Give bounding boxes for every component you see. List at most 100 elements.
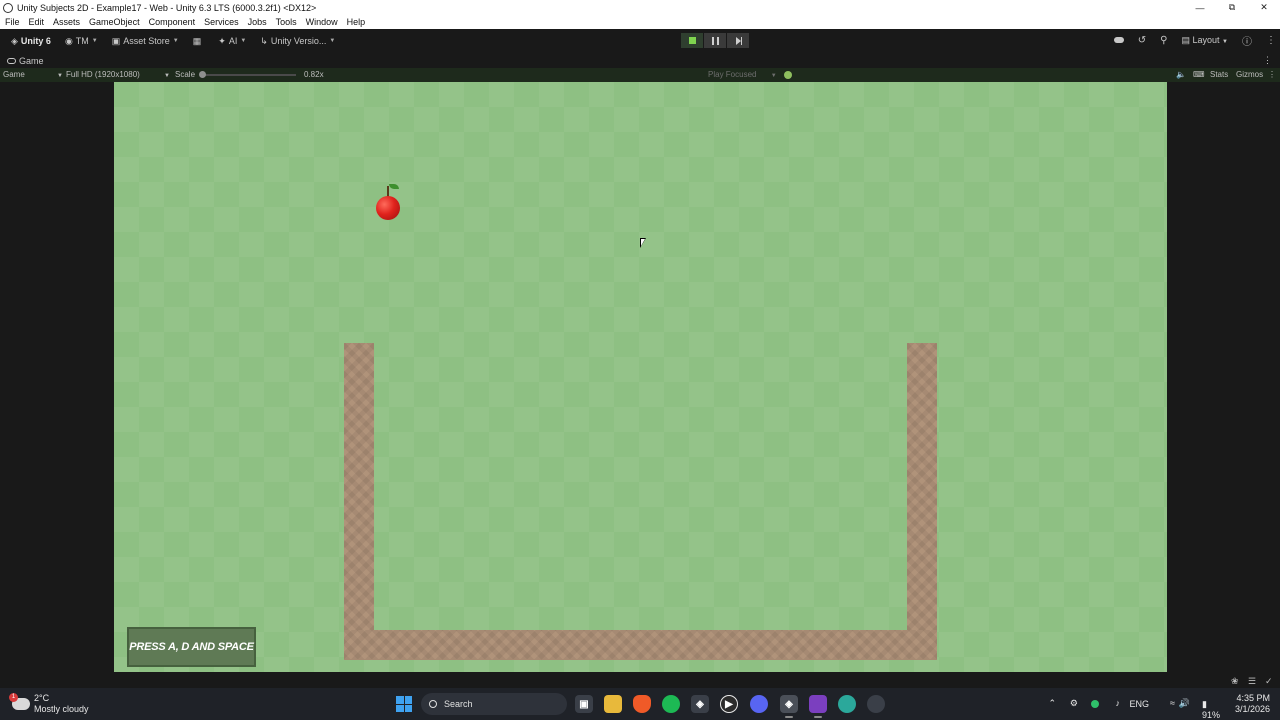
tab-game[interactable]: Game bbox=[7, 56, 44, 66]
game-view-bar: Game ▼ Full HD (1920x1080) ▼ Scale 0.82x… bbox=[0, 68, 1280, 82]
account-dropdown[interactable]: ◉ TM ▼ bbox=[62, 33, 101, 49]
mute-audio-icon[interactable]: 🔈 bbox=[1176, 70, 1186, 79]
chevron-down-icon: ▼ bbox=[329, 38, 336, 44]
unity-account-button[interactable]: ◈ Unity 6 bbox=[8, 33, 54, 49]
play-mode-dropdown[interactable]: Play Focused ▼ bbox=[708, 70, 777, 79]
chrome-browser-icon[interactable] bbox=[867, 695, 885, 713]
stop-icon bbox=[688, 37, 696, 44]
apple-sprite bbox=[375, 182, 401, 222]
view-type-dropdown[interactable]: Game ▼ bbox=[3, 70, 63, 79]
menu-bar: File Edit Assets GameObject Component Se… bbox=[0, 15, 1280, 29]
weather-cloud-icon: 1 bbox=[9, 693, 30, 710]
layers-icon[interactable]: ☰ bbox=[1248, 676, 1256, 687]
unity-app-icon bbox=[3, 2, 13, 13]
file-explorer-icon[interactable] bbox=[604, 695, 622, 713]
menu-services[interactable]: Services bbox=[204, 17, 239, 27]
progress-icon[interactable]: ❀ bbox=[1231, 676, 1239, 687]
minimize-button[interactable]: — bbox=[1184, 0, 1216, 15]
unity-editor-icon[interactable]: ◈ bbox=[780, 695, 798, 718]
language-indicator[interactable]: ENG bbox=[1129, 699, 1149, 709]
media-player-icon[interactable]: ▶ bbox=[720, 695, 738, 713]
menu-jobs[interactable]: Jobs bbox=[248, 17, 267, 27]
play-mode-label: Play Focused bbox=[708, 70, 757, 79]
history-icon[interactable]: ↺ bbox=[1138, 35, 1146, 46]
keyboard-icon[interactable]: ⌨ bbox=[1193, 70, 1205, 79]
menu-window[interactable]: Window bbox=[306, 17, 338, 27]
unity-hub-icon[interactable]: ◈ bbox=[691, 695, 709, 713]
discord-icon[interactable] bbox=[750, 695, 768, 713]
task-view-icon[interactable]: ▣ bbox=[575, 695, 593, 713]
clock[interactable]: 4:35 PM 3/1/2026 bbox=[1235, 693, 1270, 715]
volume-icon[interactable]: 🔊 bbox=[1179, 698, 1190, 709]
start-button[interactable] bbox=[396, 696, 412, 712]
cloud-button[interactable] bbox=[1113, 35, 1124, 46]
ai-dropdown[interactable]: ✦ AI ▼ bbox=[215, 33, 249, 49]
menu-tools[interactable]: Tools bbox=[276, 17, 297, 27]
play-controls bbox=[681, 33, 750, 48]
brave-browser-icon[interactable] bbox=[633, 695, 651, 713]
wifi-icon[interactable]: ≈ bbox=[1170, 698, 1175, 708]
microphone-icon[interactable]: ♪ bbox=[1116, 698, 1121, 708]
show-hidden-icons[interactable]: ⌃ bbox=[1048, 698, 1056, 709]
gizmos-caret-icon[interactable]: ⋮ bbox=[1268, 70, 1276, 79]
chevron-down-icon: ▼ bbox=[1222, 39, 1228, 45]
taskbar-search[interactable]: Search bbox=[421, 693, 567, 715]
play-button[interactable] bbox=[681, 33, 703, 48]
ai-label: AI bbox=[228, 36, 238, 46]
mouse-cursor-icon bbox=[640, 238, 646, 248]
game-canvas[interactable]: PRESS A, D AND SPACE bbox=[114, 82, 1167, 672]
menu-help[interactable]: Help bbox=[347, 17, 366, 27]
menu-edit[interactable]: Edit bbox=[29, 17, 45, 27]
spotify-icon[interactable] bbox=[662, 695, 680, 713]
package-icon: ▦ bbox=[192, 35, 202, 46]
menu-file[interactable]: File bbox=[5, 17, 20, 27]
gizmos-button[interactable]: Gizmos bbox=[1236, 70, 1263, 79]
asset-store-dropdown[interactable]: ▣ Asset Store ▼ bbox=[109, 33, 182, 49]
apple-fruit bbox=[376, 196, 400, 220]
version-control-dropdown[interactable]: ↳ Unity Versio... ▼ bbox=[257, 33, 338, 49]
chevron-down-icon: ▼ bbox=[164, 73, 170, 79]
layout-icon: ▤ bbox=[1181, 35, 1190, 45]
menu-component[interactable]: Component bbox=[149, 17, 196, 27]
tray-status-icon[interactable] bbox=[1091, 700, 1099, 708]
battery-status[interactable]: ▮ 91% bbox=[1202, 699, 1220, 720]
step-button[interactable] bbox=[727, 33, 749, 48]
package-button[interactable]: ▦ bbox=[190, 33, 208, 49]
view-type-label: Game bbox=[3, 70, 25, 79]
resolution-dropdown[interactable]: Full HD (1920x1080) ▼ bbox=[66, 70, 170, 79]
tab-game-label: Game bbox=[19, 55, 44, 66]
sparkle-icon: ✦ bbox=[218, 35, 226, 46]
weather-description: Mostly cloudy bbox=[34, 704, 89, 714]
chevron-down-icon: ▼ bbox=[57, 73, 63, 79]
asset-store-label: Asset Store bbox=[123, 36, 170, 46]
help-icon[interactable]: ⓘ bbox=[1242, 33, 1252, 48]
pause-button[interactable] bbox=[704, 33, 726, 48]
scale-slider-handle[interactable] bbox=[199, 71, 206, 78]
scale-slider[interactable] bbox=[201, 74, 296, 76]
bug-icon[interactable] bbox=[784, 71, 792, 79]
menu-assets[interactable]: Assets bbox=[53, 17, 80, 27]
account-icon: ◉ bbox=[64, 35, 73, 46]
clock-time: 4:35 PM bbox=[1236, 693, 1270, 703]
stats-button[interactable]: Stats bbox=[1210, 70, 1228, 79]
search-icon[interactable]: ⚲ bbox=[1160, 35, 1167, 46]
branch-icon: ↳ bbox=[260, 35, 268, 46]
tray-app-icon[interactable]: ⚙ bbox=[1070, 698, 1078, 709]
chevron-down-icon: ▼ bbox=[91, 38, 98, 44]
more-icon[interactable]: ⋮ bbox=[1266, 35, 1276, 46]
close-button[interactable]: ✕ bbox=[1248, 0, 1280, 15]
step-icon bbox=[735, 36, 742, 45]
tab-row: Game ⋮ bbox=[0, 53, 1280, 68]
version-control-label: Unity Versio... bbox=[270, 36, 327, 46]
container-floor bbox=[344, 630, 937, 660]
check-icon[interactable]: ✓ bbox=[1265, 676, 1273, 687]
weather-widget[interactable]: 1 2°C Mostly cloudy bbox=[9, 693, 89, 715]
visual-studio-icon[interactable] bbox=[809, 695, 827, 718]
gamepad-icon bbox=[7, 57, 16, 64]
edge-browser-icon[interactable] bbox=[838, 695, 856, 713]
menu-gameobject[interactable]: GameObject bbox=[89, 17, 140, 27]
container-right-wall bbox=[907, 343, 937, 660]
restore-button[interactable]: ⧉ bbox=[1216, 0, 1248, 15]
layout-dropdown[interactable]: ▤ Layout ▼ bbox=[1181, 35, 1228, 46]
tab-options-icon[interactable]: ⋮ bbox=[1263, 55, 1272, 66]
